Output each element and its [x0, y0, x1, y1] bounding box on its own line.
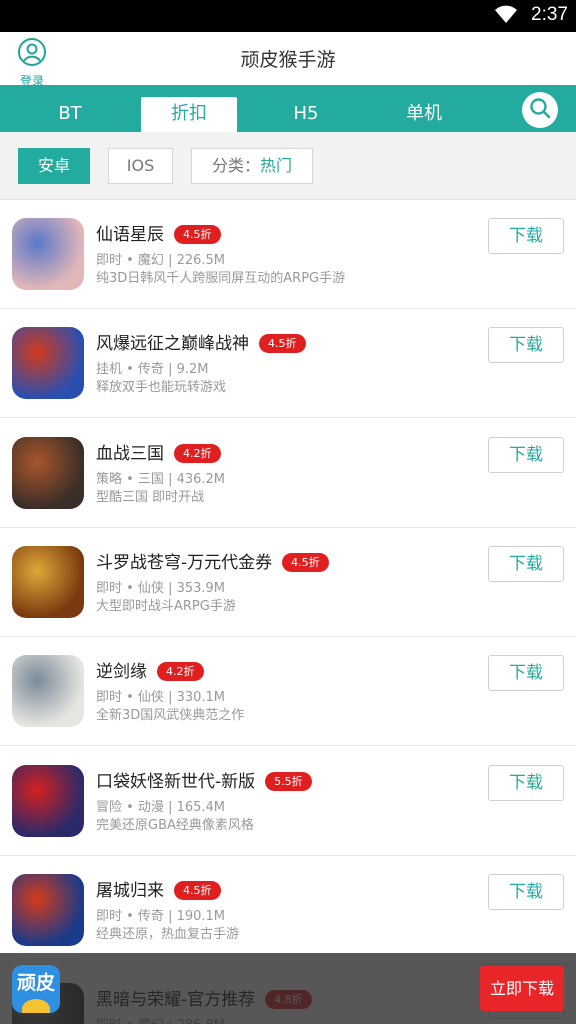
filter-row: 安卓 IOS 分类：热门	[0, 132, 576, 200]
game-name-row[interactable]: 口袋妖怪新世代-新版 5.5折	[96, 767, 312, 792]
game-description: 大型即时战斗ARPG手游	[96, 598, 236, 614]
game-description: 完美还原GBA经典像素风格	[96, 817, 254, 833]
game-list-item[interactable]: 风爆远征之巅峰战神 4.5折挂机 • 传奇 | 9.2M 释放双手也能玩转游戏 下载	[0, 309, 576, 419]
tab-h5[interactable]: H5	[258, 97, 354, 132]
game-description: 纯3D日韩风千人跨服同屏互动的ARPG手游	[96, 271, 346, 286]
discount-badge: 4.5折	[282, 552, 329, 572]
game-description: 全新3D国风武侠典范之作	[96, 708, 245, 724]
sword-calligraphy-icon[interactable]	[12, 655, 84, 728]
game-name-row[interactable]: 血战三国 4.2折	[96, 439, 221, 464]
app-logo: 顽皮	[12, 965, 60, 1013]
monkey-face-icon	[22, 999, 50, 1013]
discount-badge: 4.2折	[157, 662, 204, 682]
tab-discount[interactable]: 折扣	[141, 97, 237, 132]
download-button[interactable]: 下载	[488, 655, 564, 692]
game-name: 血战三国	[96, 443, 164, 464]
game-list-item[interactable]: 斗罗战苍穹-万元代金券 4.5折即时 • 仙侠 | 353.9M 大型即时战斗ARP…	[0, 528, 576, 637]
game-meta: 即时 • 仙侠 | 353.9M	[96, 580, 226, 596]
download-button[interactable]: 下载	[488, 218, 564, 254]
app-logo-text: 顽皮	[16, 972, 55, 994]
download-button[interactable]: 下载	[488, 873, 564, 910]
discount-badge: 5.5折	[265, 771, 312, 791]
taiji-orb-icon[interactable]	[12, 327, 84, 400]
game-description: 释放双手也能玩转游戏	[96, 380, 227, 396]
page-title: 顽皮猴手游	[240, 49, 336, 71]
game-name-row[interactable]: 逆剑缘 4.2折	[96, 657, 204, 682]
game-meta: 策略 • 三国 | 436.2M	[96, 471, 226, 487]
game-name-row[interactable]: 风爆远征之巅峰战神 4.5折	[96, 329, 306, 354]
game-name: 风爆远征之巅峰战神	[96, 334, 249, 355]
golden-warrior-icon[interactable]	[12, 545, 84, 618]
category-prefix: 分类：	[211, 156, 260, 175]
game-list-item[interactable]: 血战三国 4.2折策略 • 三国 | 436.2M 型酷三国 即时开战 下载	[0, 419, 576, 528]
game-name: 斗罗战苍穹-万元代金券	[96, 552, 273, 573]
app-header: 登录 顽皮猴手游	[0, 32, 576, 88]
search-button[interactable]	[522, 92, 558, 128]
game-name: 逆剑缘	[96, 662, 147, 683]
discount-badge: 4.5折	[259, 334, 306, 354]
tab-bt[interactable]: BT	[22, 97, 118, 132]
wifi-icon	[494, 3, 518, 29]
game-name: 口袋妖怪新世代-新版	[96, 771, 256, 792]
category-tab-bar: BT 折扣 H5 单机	[0, 85, 576, 132]
pokeball-icon[interactable]	[12, 764, 84, 837]
game-description: 型酷三国 即时开战	[96, 489, 205, 505]
filter-category[interactable]: 分类：热门	[191, 148, 313, 184]
game-name: 仙语星辰	[96, 225, 164, 245]
game-meta: 即时 • 传奇 | 190.1M	[96, 908, 226, 924]
filter-ios[interactable]: IOS	[108, 148, 173, 184]
warrior-portrait-icon[interactable]	[12, 436, 84, 509]
girl-avatar-icon[interactable]	[12, 218, 84, 290]
download-banner: 顽皮 立即下载	[0, 953, 576, 1024]
download-button[interactable]: 下载	[488, 764, 564, 801]
download-button[interactable]: 下载	[488, 436, 564, 473]
category-value: 热门	[260, 156, 293, 175]
game-name: 屠城归来	[96, 880, 164, 901]
tab-standalone[interactable]: 单机	[376, 97, 472, 132]
game-meta: 即时 • 魔幻 | 226.5M	[96, 253, 226, 268]
game-meta: 挂机 • 传奇 | 9.2M	[96, 362, 209, 378]
game-list-item[interactable]: 屠城归来 4.5折即时 • 传奇 | 190.1M 经典还原，热血复古手游 下载	[0, 856, 576, 965]
game-list-item[interactable]: 口袋妖怪新世代-新版 5.5折冒险 • 动漫 | 165.4M 完美还原GBA经典像…	[0, 747, 576, 856]
game-list-item[interactable]: 逆剑缘 4.2折即时 • 仙侠 | 330.1M 全新3D国风武侠典范之作 下载	[0, 637, 576, 747]
game-name-row[interactable]: 屠城归来 4.5折	[96, 876, 221, 901]
game-list-item[interactable]: 仙语星辰 4.5折即时 • 魔幻 | 226.5M 纯3D日韩风千人跨服同屏互动的A…	[0, 200, 576, 309]
slaughter-city-logo-icon[interactable]	[12, 873, 84, 946]
status-time: 2:37	[531, 4, 568, 25]
download-button[interactable]: 下载	[488, 327, 564, 364]
filter-android[interactable]: 安卓	[18, 148, 90, 184]
download-now-button[interactable]: 立即下载	[480, 966, 564, 1011]
game-name-row[interactable]: 斗罗战苍穹-万元代金券 4.5折	[96, 548, 329, 573]
game-description: 经典还原，热血复古手游	[96, 926, 240, 942]
game-meta: 即时 • 仙侠 | 330.1M	[96, 690, 226, 706]
game-name-row[interactable]: 仙语星辰 4.5折	[96, 220, 221, 245]
search-icon	[528, 96, 552, 124]
discount-badge: 4.5折	[174, 225, 221, 244]
status-bar: 2:37	[0, 0, 576, 32]
game-meta: 冒险 • 动漫 | 165.4M	[96, 799, 226, 815]
discount-badge: 4.5折	[174, 880, 221, 900]
download-button[interactable]: 下载	[488, 545, 564, 582]
game-list: 仙语星辰 4.5折 即时 • 魔幻 | 226.5M 纯3D日韩风千人跨服同屏互动的A…	[0, 200, 576, 1024]
discount-badge: 4.2折	[174, 443, 221, 463]
